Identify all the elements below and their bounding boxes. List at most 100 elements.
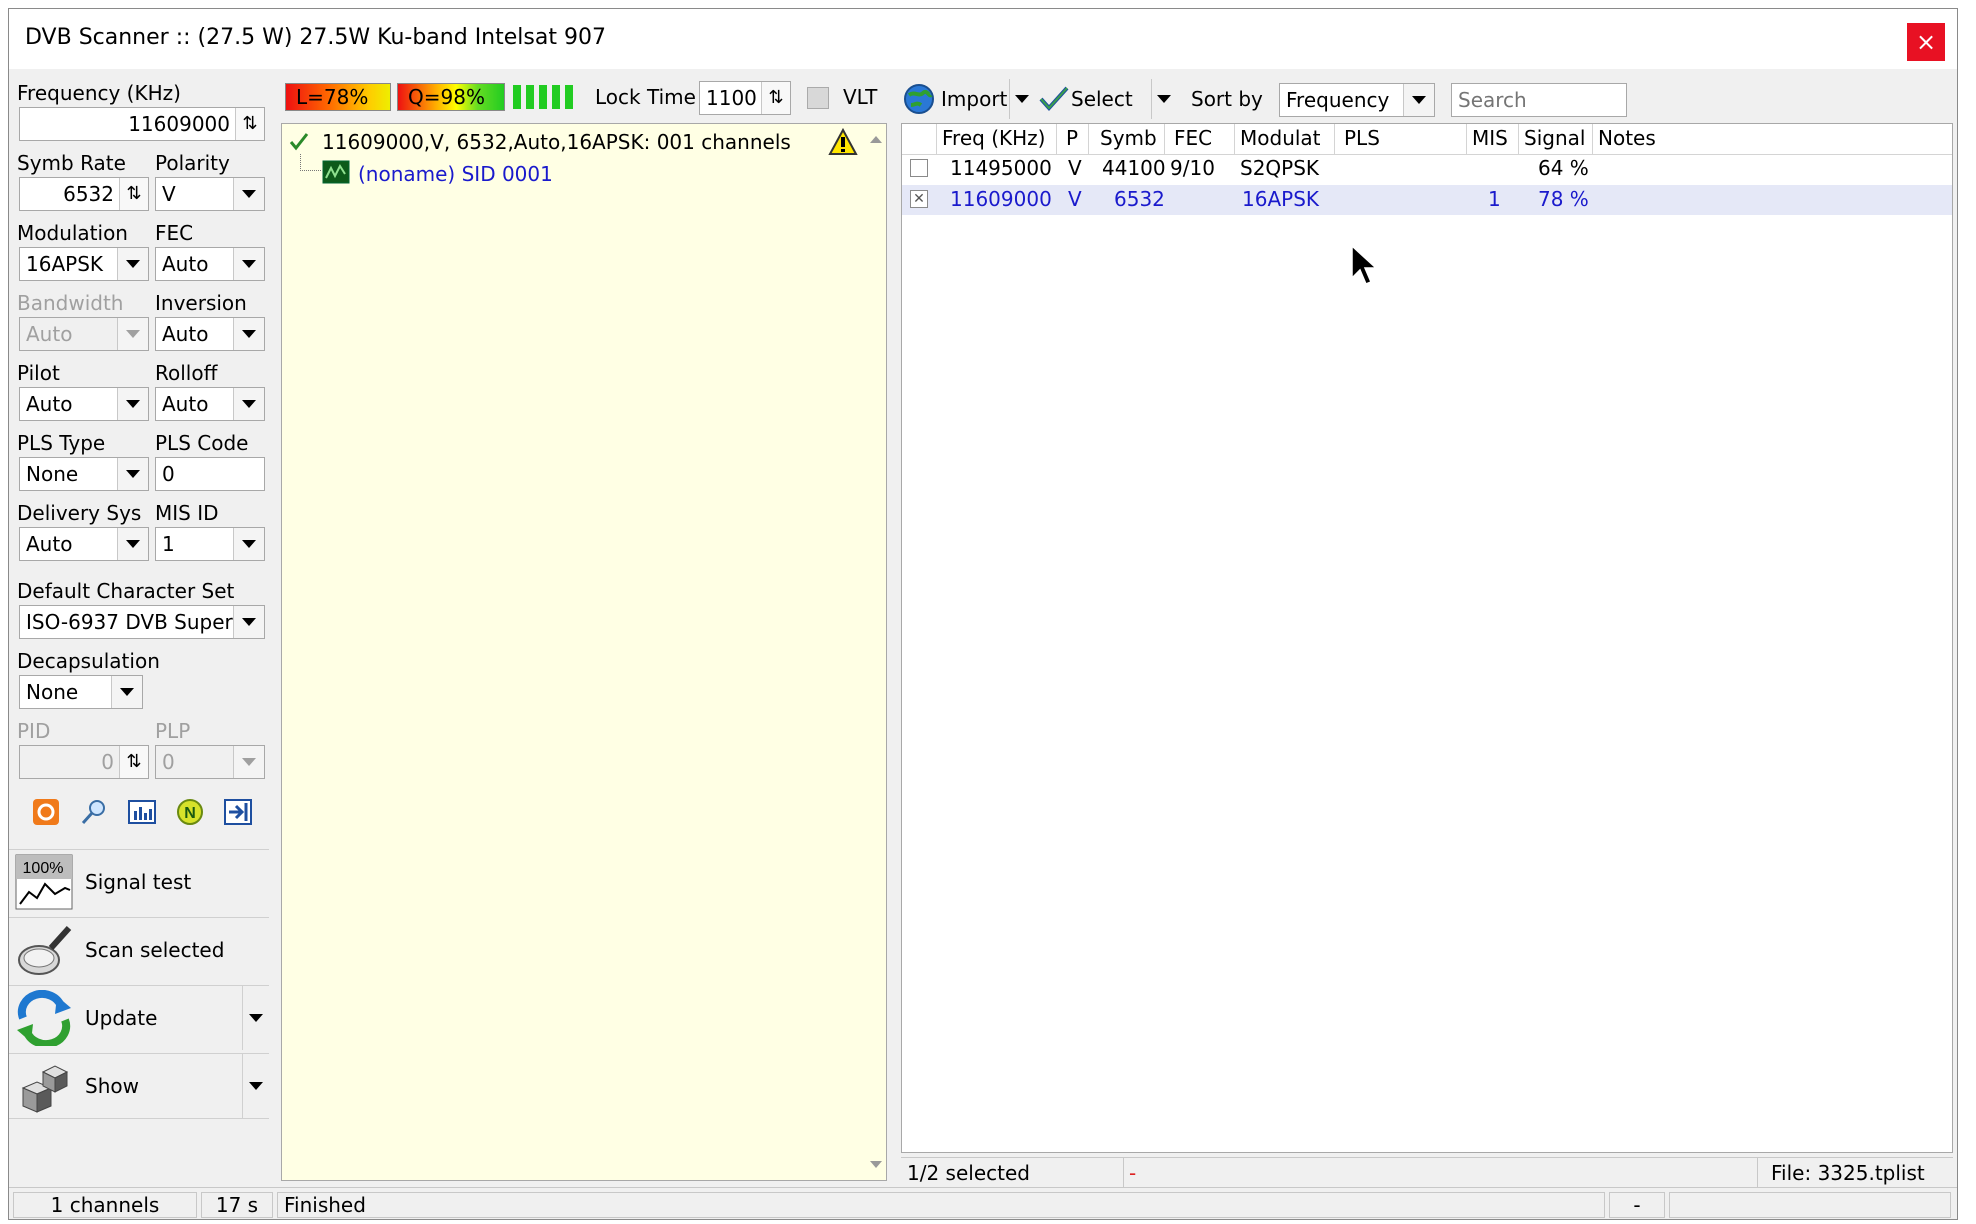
pid-spin-icon: ⇅ [119,746,148,778]
chevron-down-icon[interactable] [117,388,148,420]
cell-modulation: S2QPSK [1240,156,1320,180]
table-row[interactable]: 11495000 V 44100 9/10 S2QPSK 64 % [902,154,1952,184]
cell-signal: 78 % [1538,187,1589,211]
quality-meter: Q=98% [397,83,505,111]
n-badge-icon[interactable]: N [175,797,205,827]
frequency-spin-icon[interactable]: ⇅ [235,108,264,140]
decapsulation-value: None [26,680,79,704]
update-button[interactable]: Update [9,985,269,1050]
table-row[interactable]: ✕ 11609000 V 6532 16APSK 1 78 % [902,185,1952,215]
chevron-down-icon[interactable] [242,986,269,1050]
status-extra [1669,1192,1951,1218]
lock-time-value: 1100 [706,86,757,110]
row-checkbox[interactable]: ✕ [910,190,928,208]
mis-id-value: 1 [162,532,175,556]
search-icon[interactable] [79,797,109,827]
col-signal[interactable]: Signal [1524,126,1585,150]
chevron-down-icon[interactable] [233,248,264,280]
import-button[interactable]: Import [899,79,1033,119]
transponder-node[interactable]: 11609000,V, 6532,Auto,16APSK: 001 channe… [322,130,791,154]
col-freq[interactable]: Freq (KHz) [942,126,1045,150]
chevron-down-icon[interactable] [233,388,264,420]
chevron-down-icon[interactable] [117,528,148,560]
selected-count: 1/2 selected [907,1161,1030,1185]
scan-selected-button[interactable]: Scan selected [9,917,269,982]
chevron-down-icon[interactable] [111,676,142,708]
check-icon [1039,85,1069,113]
chart-icon[interactable] [127,797,157,827]
modulation-select[interactable]: 16APSK [19,247,149,281]
chevron-down-icon[interactable] [117,248,148,280]
row-checkbox[interactable] [910,159,928,177]
tv-channel-icon [322,160,350,184]
check-icon [288,130,310,152]
chevron-down-icon[interactable] [233,178,264,210]
cell-freq: 11609000 [950,187,1052,211]
lock-time-label: Lock Time [595,85,696,109]
modulation-label: Modulation [17,221,128,245]
chevron-down-icon[interactable] [1009,79,1034,119]
cell-freq: 11495000 [950,156,1052,180]
scan-time: 17 s [201,1192,273,1218]
select-button[interactable]: Select [1037,79,1177,119]
rolloff-value: Auto [162,392,209,416]
level-meter: L=78% [285,83,391,111]
chevron-down-icon[interactable] [233,318,264,350]
sort-by-select[interactable]: Frequency [1279,83,1435,117]
chevron-down-icon[interactable] [242,1054,269,1118]
col-modulat[interactable]: Modulat [1240,126,1321,150]
import-label: Import [941,87,1008,111]
show-button[interactable]: Show [9,1053,269,1119]
tree-scrollbar[interactable] [866,124,886,1180]
signal-test-button[interactable]: 100% Signal test [9,849,269,914]
polarity-select[interactable]: V [155,177,265,211]
pls-code-input[interactable]: 0 [155,457,265,491]
polarity-label: Polarity [155,151,230,175]
scroll-up-icon[interactable] [870,136,882,143]
channels-count: 1 channels [13,1192,197,1218]
symb-rate-spin-icon[interactable]: ⇅ [119,178,148,210]
pls-type-select[interactable]: None [19,457,149,491]
channel-node[interactable]: (noname) SID 0001 [358,162,553,186]
inversion-select[interactable]: Auto [155,317,265,351]
vlt-label: VLT [843,85,878,109]
charset-select[interactable]: ISO-6937 DVB Super [19,605,265,639]
refresh-icon[interactable] [31,797,61,827]
close-button[interactable]: × [1907,23,1945,61]
col-notes[interactable]: Notes [1598,126,1656,150]
frequency-input[interactable]: 11609000 ⇅ [19,107,265,141]
signal-panel: L=78% Q=98% Lock Time 1100 ⇅ VLT 1160900… [271,69,895,1191]
chevron-down-icon[interactable] [117,458,148,490]
channel-tree[interactable]: 11609000,V, 6532,Auto,16APSK: 001 channe… [281,123,887,1181]
status-bar: 1 channels 17 s Finished - [9,1187,1957,1219]
col-fec[interactable]: FEC [1174,126,1212,150]
col-symb[interactable]: Symb [1100,126,1157,150]
chevron-down-icon[interactable] [233,528,264,560]
chevron-down-icon[interactable] [1403,84,1434,116]
chevron-down-icon[interactable] [1151,79,1176,119]
chevron-down-icon[interactable] [233,606,264,638]
rolloff-select[interactable]: Auto [155,387,265,421]
cell-symb: 6532 [1114,187,1165,211]
col-mis[interactable]: MIS [1472,126,1508,150]
symb-rate-input[interactable]: 6532 ⇅ [19,177,149,211]
pilot-select[interactable]: Auto [19,387,149,421]
warning-icon [828,127,858,156]
search-input[interactable] [1451,83,1627,117]
scroll-down-icon[interactable] [870,1161,882,1168]
cell-p: V [1068,156,1082,180]
fec-value: Auto [162,252,209,276]
export-icon[interactable] [223,797,253,827]
vlt-checkbox[interactable] [807,87,829,109]
col-pls[interactable]: PLS [1344,126,1380,150]
decapsulation-select[interactable]: None [19,675,143,709]
delivery-sys-select[interactable]: Auto [19,527,149,561]
bandwidth-select: Auto [19,317,149,351]
lock-time-input[interactable]: 1100 ⇅ [699,81,791,115]
fec-select[interactable]: Auto [155,247,265,281]
col-p[interactable]: P [1066,126,1078,150]
lock-time-spin-icon[interactable]: ⇅ [761,82,790,114]
transponder-table[interactable]: Freq (KHz) P Symb FEC Modulat PLS MIS Si… [901,123,1953,1153]
cell-p: V [1068,187,1082,211]
mis-id-select[interactable]: 1 [155,527,265,561]
